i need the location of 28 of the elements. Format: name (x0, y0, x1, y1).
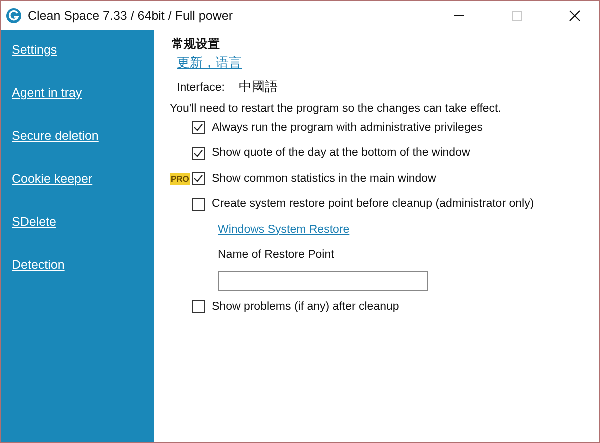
checkbox-label: Create system restore point before cleanup (administrator only) (212, 198, 534, 210)
pro-badge: PRO (170, 172, 190, 185)
checkbox-label: Always run the program with administrative privileges (212, 122, 483, 134)
input-field[interactable] (218, 270, 428, 290)
restart-note: You'll need to restart the program so the changes can take effect. (170, 103, 502, 115)
checkbox-label: Show common statistics in the main window (212, 172, 436, 185)
checkbox-label: Show problems (if any) after cleanup (212, 300, 400, 313)
checkbox-label: Show quote of the day at the bottom of the window (212, 147, 470, 160)
sidebar-link[interactable]: Cookie keeper (12, 171, 93, 188)
checkbox[interactable] (192, 198, 205, 211)
interface-label: Interface: (177, 82, 225, 94)
sidebar-link[interactable]: Settings (12, 42, 58, 59)
sidebar-link[interactable]: SDelete (12, 214, 56, 231)
update-language-link[interactable]: 更新，语言 (177, 55, 242, 70)
sidebar-link[interactable]: Detection (12, 257, 65, 274)
restore-link[interactable]: Windows System Restore (218, 224, 350, 236)
checkbox[interactable] (192, 172, 205, 186)
checkbox[interactable] (192, 121, 205, 134)
window-title: Clean Space 7.33 / 64bit / Full power (28, 8, 233, 22)
interface-value[interactable]: 中國語 (238, 78, 278, 96)
app-logo-icon (6, 8, 22, 24)
checkbox[interactable] (192, 300, 205, 314)
sidebar-link[interactable]: Agent in tray (12, 85, 82, 102)
sidebar-link[interactable]: Secure deletion (12, 128, 99, 145)
checkbox[interactable] (192, 146, 205, 160)
close-icon[interactable] (569, 10, 581, 22)
field-label: Name of Restore Point (218, 248, 334, 260)
section-heading: 常规设置 (172, 36, 221, 52)
